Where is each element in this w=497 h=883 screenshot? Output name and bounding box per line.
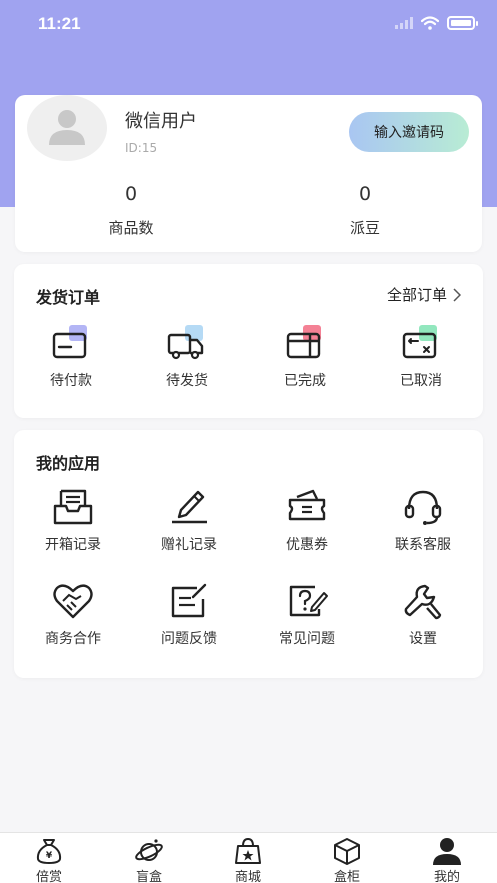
tab-blind-box[interactable]: 盲盒 <box>119 837 179 883</box>
order-pending-payment[interactable]: 待付款 <box>16 322 126 390</box>
feedback-icon <box>171 583 207 618</box>
app-business-cooperation-label: 商务合作 <box>45 631 101 647</box>
battery-icon <box>447 16 478 30</box>
orders-title: 发货订单 <box>36 288 101 307</box>
user-nickname: 微信用户 <box>125 111 197 132</box>
app-customer-service-label: 联系客服 <box>395 537 451 553</box>
planet-icon <box>135 839 163 861</box>
app-faq[interactable]: 常见问题 <box>252 580 362 648</box>
order-completed-label: 已完成 <box>284 373 326 389</box>
all-orders-link[interactable]: 全部订单 <box>387 284 461 305</box>
coupon-icon <box>288 489 326 521</box>
chevron-right-icon <box>453 287 461 302</box>
default-avatar-icon <box>49 110 85 145</box>
app-coupons-label: 优惠券 <box>286 537 328 553</box>
app-coupons[interactable]: 优惠券 <box>252 486 362 554</box>
tab-mall-label: 商城 <box>234 870 261 883</box>
inbox-icon <box>53 489 93 525</box>
stat-products-label: 商品数 <box>108 219 154 237</box>
tab-blind-box-label: 盲盒 <box>135 870 162 883</box>
money-bag-icon: ¥ <box>36 839 62 865</box>
avatar[interactable] <box>27 95 107 161</box>
card-check-icon <box>286 325 321 359</box>
app-unbox-records[interactable]: 开箱记录 <box>18 486 128 554</box>
svg-text:¥: ¥ <box>46 851 53 861</box>
tab-multiplier-label: 倍赏 <box>35 870 62 883</box>
faq-icon <box>289 585 328 617</box>
bottom-tab-bar: ¥ 倍赏 盲盒 商城 盒柜 我的 <box>0 832 497 883</box>
stat-products-value: 0 <box>124 183 138 205</box>
invite-code-button[interactable]: 输入邀请码 <box>349 112 469 152</box>
app-faq-label: 常见问题 <box>279 631 335 647</box>
app-gift-records[interactable]: 赠礼记录 <box>134 486 244 554</box>
tab-multiplier[interactable]: ¥ 倍赏 <box>19 837 79 883</box>
user-id: ID:15 <box>125 141 158 155</box>
app-customer-service[interactable]: 联系客服 <box>368 486 478 554</box>
wallet-icon <box>52 325 87 359</box>
cube-icon <box>334 838 360 865</box>
wifi-icon <box>421 16 439 30</box>
order-pending-shipment-label: 待发货 <box>166 373 208 389</box>
user-icon <box>433 838 461 865</box>
signal-icon <box>395 17 413 29</box>
tab-box-cabinet-label: 盒柜 <box>333 870 360 883</box>
order-pending-payment-label: 待付款 <box>50 373 92 389</box>
stat-beans-value: 0 <box>358 183 372 205</box>
apps-title: 我的应用 <box>36 454 101 473</box>
app-settings[interactable]: 设置 <box>368 580 478 648</box>
app-settings-label: 设置 <box>409 631 437 647</box>
app-unbox-records-label: 开箱记录 <box>45 537 101 553</box>
card-cancel-icon <box>402 325 437 359</box>
status-bar: 11:21 <box>0 0 497 50</box>
status-icons <box>395 16 478 30</box>
stat-beans-label: 派豆 <box>349 219 380 237</box>
stat-products[interactable]: 0 商品数 <box>61 183 201 238</box>
app-gift-records-label: 赠礼记录 <box>161 537 217 553</box>
app-feedback-label: 问题反馈 <box>161 631 217 647</box>
tab-profile[interactable]: 我的 <box>417 837 477 883</box>
orders-card: 发货订单 全部订单 待付款 待发货 已完成 已取消 <box>14 264 483 418</box>
order-pending-shipment[interactable]: 待发货 <box>132 322 242 390</box>
wrench-icon <box>404 584 442 620</box>
stat-beans[interactable]: 0 派豆 <box>295 183 435 238</box>
tab-profile-label: 我的 <box>433 870 460 883</box>
order-cancelled-label: 已取消 <box>400 373 442 389</box>
order-cancelled[interactable]: 已取消 <box>366 322 476 390</box>
status-time: 11:21 <box>38 14 81 33</box>
truck-icon <box>167 325 204 360</box>
headset-icon <box>404 490 442 525</box>
all-orders-label: 全部订单 <box>386 286 447 304</box>
app-business-cooperation[interactable]: 商务合作 <box>18 580 128 648</box>
profile-card: 微信用户 ID:15 输入邀请码 0 商品数 0 派豆 <box>15 95 482 252</box>
handshake-heart-icon <box>53 584 93 619</box>
pen-icon <box>172 490 207 524</box>
shopping-bag-icon <box>235 837 261 864</box>
order-completed[interactable]: 已完成 <box>250 322 360 390</box>
tab-box-cabinet[interactable]: 盒柜 <box>317 837 377 883</box>
app-feedback[interactable]: 问题反馈 <box>134 580 244 648</box>
tab-mall[interactable]: 商城 <box>218 837 278 883</box>
apps-card: 我的应用 开箱记录 赠礼记录 优惠券 联系客服 商务合作 问题反馈 常见问题 设… <box>14 430 483 678</box>
